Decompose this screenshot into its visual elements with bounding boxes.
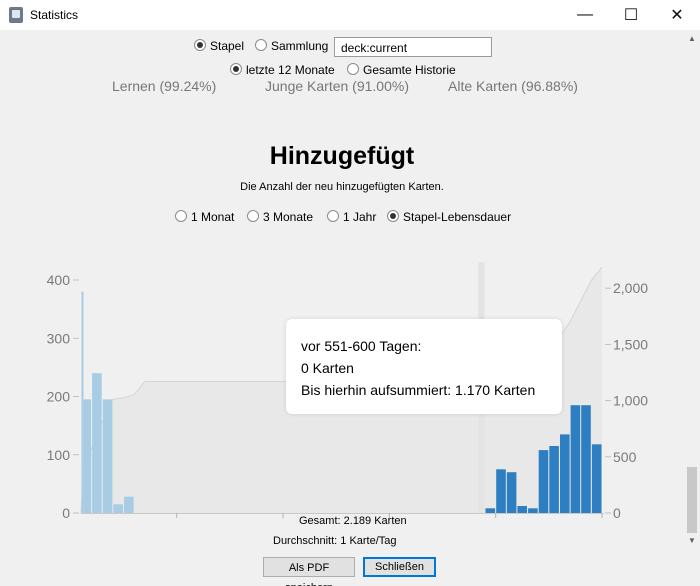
range-1-year-label: 1 Jahr: [343, 210, 377, 224]
y-left-tick-label-3: 300: [47, 330, 71, 346]
bar-6[interactable]: [485, 508, 496, 513]
range-3-months-indicator[interactable]: [247, 210, 259, 222]
range-deck-life[interactable]: Stapel-Lebensdauer: [387, 210, 511, 224]
radio-deck[interactable]: Stapel: [194, 39, 244, 53]
bar-10[interactable]: [528, 508, 538, 513]
y-left-tick-label-0: 0: [62, 505, 70, 520]
range-1-year[interactable]: 1 Jahr: [327, 210, 376, 224]
bar-4[interactable]: [113, 504, 123, 513]
range-deck-life-indicator[interactable]: [387, 210, 399, 222]
y-right-tick-label-2: 1,000: [613, 393, 648, 409]
bar-3[interactable]: [102, 399, 113, 513]
radio-collection[interactable]: Sammlung: [255, 39, 328, 53]
bar-9[interactable]: [517, 506, 527, 513]
radio-deck-indicator[interactable]: [194, 39, 206, 51]
y-right-tick-label-3: 1,500: [613, 336, 648, 352]
y-left-ticks-group: 0 100 200 300 400: [47, 272, 79, 520]
radio-history[interactable]: Gesamte Historie: [347, 63, 456, 77]
bar-7[interactable]: [496, 469, 506, 513]
faded-stat-mature: Alte Karten (96.88%): [448, 78, 578, 94]
y-right-ticks-group: 0 500 1,000 1,500 2,000: [605, 280, 648, 520]
scroll-up-arrow-icon[interactable]: ▲: [688, 34, 696, 43]
close-window-button[interactable]: ✕: [654, 0, 700, 30]
minimize-button[interactable]: —: [562, 0, 608, 30]
faded-stat-learning: Lernen (99.24%): [112, 78, 217, 94]
radio-12-months[interactable]: letzte 12 Monate: [230, 63, 335, 77]
summary-average-value: 1 Karte/Tag: [340, 535, 397, 547]
bar-8[interactable]: [506, 472, 517, 513]
section-title: Hinzugefügt: [269, 142, 415, 170]
y-right-tick-label-0: 0: [613, 505, 621, 520]
y-right-tick-label-1: 500: [613, 449, 637, 465]
summary-total-value: 2.189 Karten: [343, 515, 407, 527]
tooltip-cumulative: Bis hierhin aufsummiert: 1.170 Karten: [301, 382, 536, 398]
maximize-button[interactable]: ☐: [608, 0, 654, 30]
window-title: Statistics: [30, 8, 79, 22]
y-left-tick-label-4: 400: [47, 272, 71, 288]
scroll-down-arrow-icon[interactable]: ▼: [688, 536, 696, 545]
bar-2[interactable]: [92, 373, 102, 513]
radio-history-label: Gesamte Historie: [363, 63, 456, 77]
radio-collection-indicator[interactable]: [255, 39, 267, 51]
bar-12[interactable]: [549, 446, 559, 513]
radio-collection-label: Sammlung: [271, 39, 329, 53]
search-input[interactable]: deck:current: [334, 37, 492, 57]
y-left-tick-label-2: 200: [47, 389, 71, 405]
tooltip-count: 0 Karten: [301, 360, 354, 376]
range-1-month-label: 1 Monat: [191, 210, 235, 224]
range-1-month-indicator[interactable]: [175, 210, 187, 222]
summary-total-label: Gesamt:: [299, 515, 341, 527]
stats-content: Stapel Sammlung deck:current letzte 12 M…: [0, 30, 684, 586]
vertical-scrollbar[interactable]: ▲ ▼: [684, 30, 700, 550]
y-left-tick-label-1: 100: [47, 447, 71, 463]
bar-15[interactable]: [581, 405, 591, 513]
scrollbar-thumb[interactable]: [687, 467, 697, 533]
range-3-months-label: 3 Monate: [263, 210, 314, 224]
range-3-months[interactable]: 3 Monate: [247, 210, 313, 224]
summary-average-label: Durchschnitt:: [273, 535, 338, 547]
summary-average: Durchschnitt: 1 Karte/Tag: [273, 535, 397, 547]
tooltip-range: vor 551-600 Tagen:: [301, 338, 422, 354]
bar-1[interactable]: [83, 399, 92, 513]
radio-12-months-label: letzte 12 Monate: [246, 63, 335, 77]
range-1-year-indicator[interactable]: [327, 210, 339, 222]
y-right-tick-label-4: 2,000: [613, 280, 648, 296]
summary-total: Gesamt: 2.189 Karten: [299, 515, 407, 527]
radio-history-indicator[interactable]: [347, 63, 359, 75]
radio-deck-label: Stapel: [210, 39, 245, 53]
bar-13[interactable]: [560, 434, 570, 513]
save-pdf-button[interactable]: Als PDF speichern: [263, 557, 355, 586]
close-button[interactable]: Schließen: [363, 557, 436, 577]
bar-11[interactable]: [538, 450, 549, 513]
range-deck-life-label: Stapel-Lebensdauer: [403, 210, 512, 224]
app-icon: [9, 7, 23, 23]
chart-tooltip: vor 551-600 Tagen: 0 Karten Bis hierhin …: [286, 319, 562, 414]
faded-stat-young: Junge Karten (91.00%): [265, 78, 409, 94]
range-1-month[interactable]: 1 Monat: [175, 210, 234, 224]
bar-5[interactable]: [124, 496, 134, 513]
title-bar: Statistics — ☐ ✕: [0, 0, 700, 30]
bar-14[interactable]: [570, 405, 581, 513]
bar-0[interactable]: [81, 291, 84, 513]
radio-12-months-indicator[interactable]: [230, 63, 242, 75]
bar-16[interactable]: [591, 444, 602, 513]
section-subtitle: Die Anzahl der neu hinzugefügten Karten.: [240, 181, 444, 193]
